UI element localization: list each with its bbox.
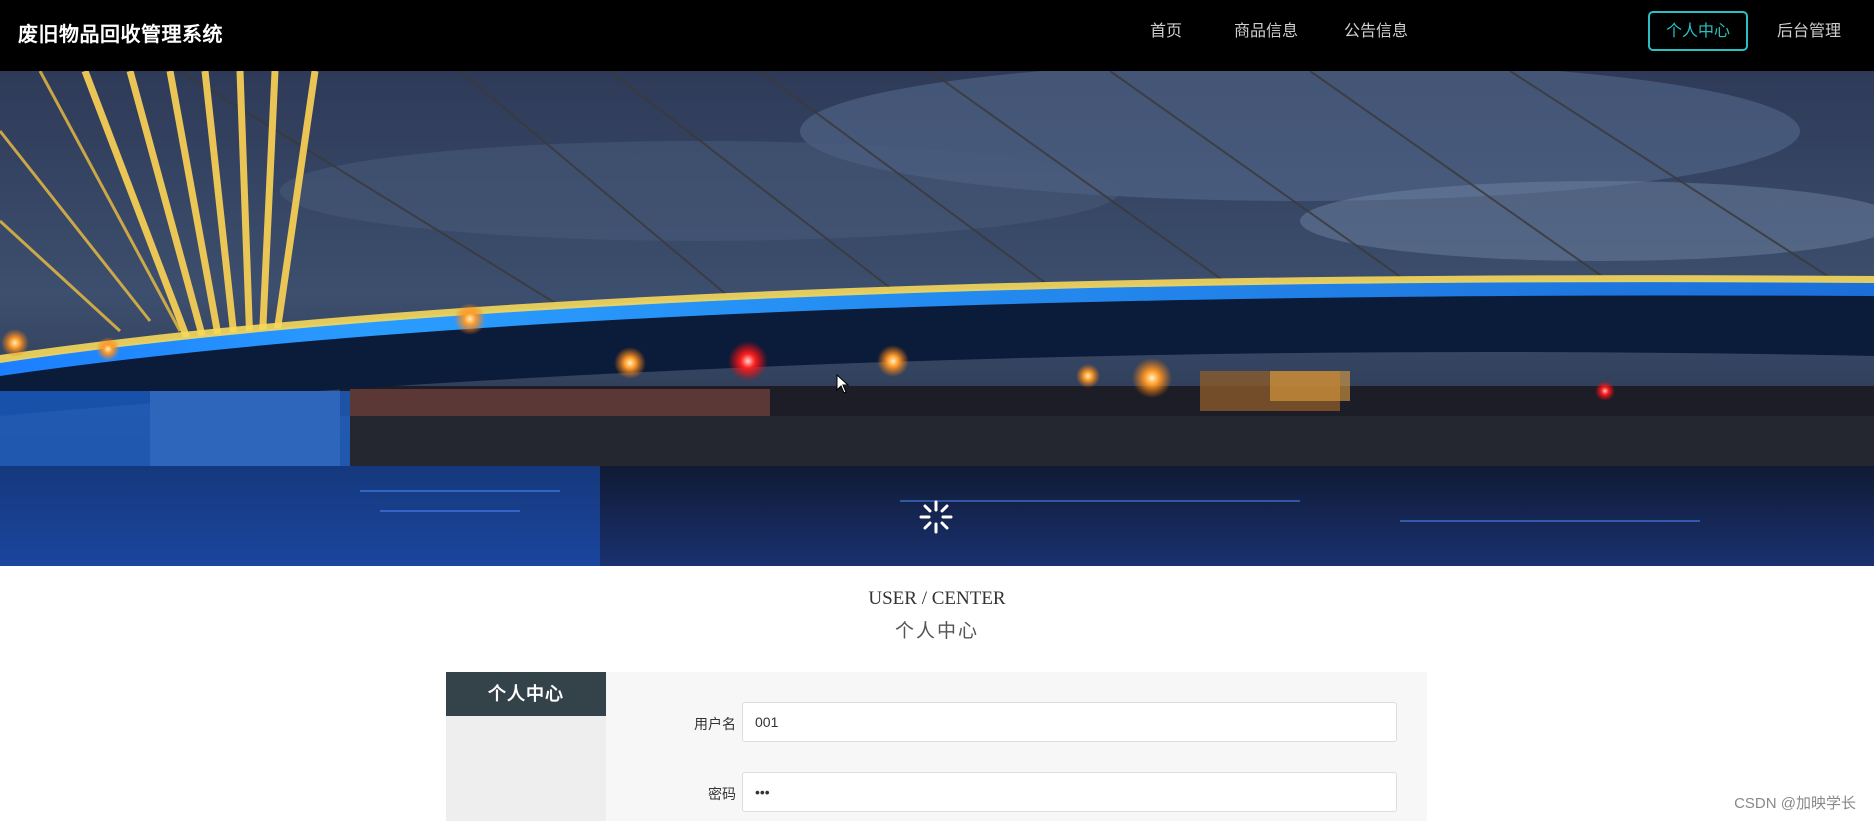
section-title-cn: 个人中心 bbox=[894, 621, 979, 642]
user-center-sidebar: 个人中心 bbox=[446, 672, 606, 821]
profile-form: 用户名 001 密码 ••• bbox=[606, 672, 1427, 821]
password-field[interactable]: ••• bbox=[742, 772, 1397, 812]
nav-item-admin[interactable]: 后台管理 bbox=[1761, 11, 1857, 51]
loading-spinner-icon bbox=[919, 500, 953, 534]
password-label: 密码 bbox=[708, 786, 736, 802]
app-title: 废旧物品回收管理系统 bbox=[18, 24, 223, 46]
sidebar-title[interactable]: 个人中心 bbox=[446, 672, 606, 716]
mouse-cursor-icon bbox=[836, 374, 850, 394]
watermark: CSDN @加映学长 bbox=[1734, 795, 1856, 812]
nav-item-notices[interactable]: 公告信息 bbox=[1328, 11, 1424, 51]
nav-item-products[interactable]: 商品信息 bbox=[1218, 11, 1314, 51]
section-title-en: USER / CENTER bbox=[868, 588, 1006, 609]
banner-carousel[interactable] bbox=[0, 71, 1874, 566]
username-label: 用户名 bbox=[694, 716, 736, 732]
nav-item-home[interactable]: 首页 bbox=[1133, 11, 1199, 51]
nav-item-user-center[interactable]: 个人中心 bbox=[1648, 11, 1748, 51]
banner-image bbox=[0, 71, 1874, 566]
top-navbar: 废旧物品回收管理系统 首页 商品信息 公告信息 个人中心 后台管理 bbox=[0, 0, 1874, 71]
username-field[interactable]: 001 bbox=[742, 702, 1397, 742]
